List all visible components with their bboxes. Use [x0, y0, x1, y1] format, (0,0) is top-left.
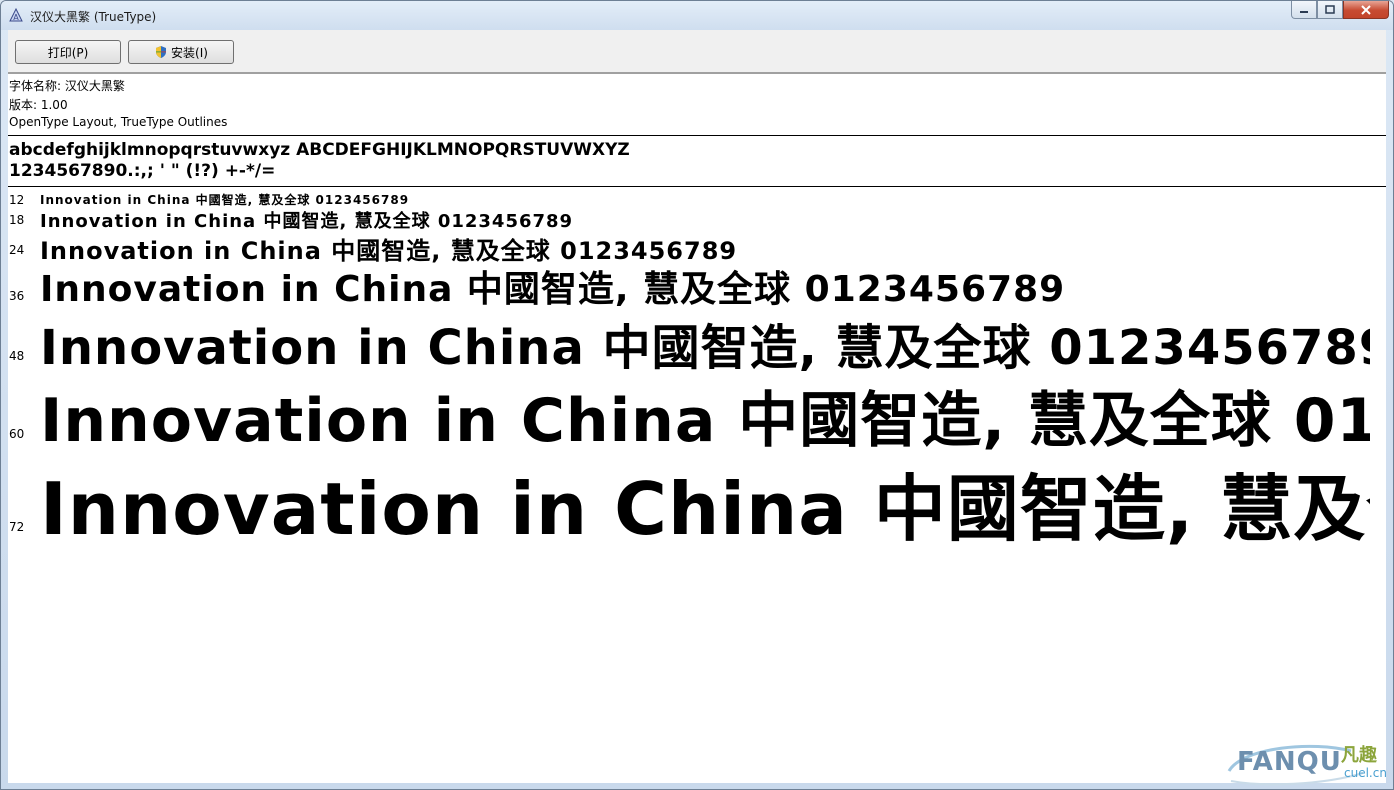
- font-file-icon: A: [9, 8, 23, 22]
- sample-row-72: 72 Innovation in China 中國智造, 慧及全球 012345…: [8, 450, 1370, 551]
- sample-text: Innovation in China 中國智造, 慧及全球 012345678…: [40, 193, 410, 207]
- watermark-logo: FANQU 凡趣 cuel.cn: [1223, 741, 1391, 787]
- size-label: 12: [9, 193, 25, 207]
- sample-text: Innovation in China 中國智造, 慧及全球 012345678…: [40, 467, 1370, 551]
- watermark-brand-cn: 凡趣: [1341, 745, 1377, 766]
- uac-shield-icon: [156, 46, 167, 58]
- minimize-icon: [1300, 10, 1308, 13]
- install-button[interactable]: 安装(I): [128, 40, 234, 64]
- size-label: 48: [9, 349, 25, 363]
- minimize-button[interactable]: [1291, 1, 1317, 19]
- sample-row-12: 12 Innovation in China 中國智造, 慧及全球 012345…: [8, 190, 1362, 208]
- sample-row-18: 18 Innovation in China 中國智造, 慧及全球 012345…: [8, 207, 1362, 233]
- print-button[interactable]: 打印(P): [15, 40, 121, 64]
- size-label: 24: [9, 243, 25, 257]
- close-button[interactable]: [1343, 1, 1389, 19]
- sample-row-36: 36 Innovation in China 中國智造, 慧及全球 012345…: [8, 260, 1362, 310]
- sample-text: Innovation in China 中國智造, 慧及全球 012345678…: [40, 211, 574, 232]
- size-label: 18: [9, 213, 25, 227]
- font-viewer-window: A 汉仪大黑繁 (TrueType) 打印(P) 安装(I) 字体名称: 汉仪大…: [0, 0, 1394, 790]
- title-bar[interactable]: A 汉仪大黑繁 (TrueType): [1, 1, 1393, 30]
- sample-row-48: 48 Innovation in China 中國智造, 慧及全球 012345…: [8, 308, 1370, 376]
- sample-row-24: 24 Innovation in China 中國智造, 慧及全球 012345…: [8, 231, 1362, 265]
- sample-row-60: 60 Innovation in China 中國智造, 慧及全球 012345…: [8, 372, 1370, 456]
- sample-text: Innovation in China 中國智造, 慧及全球 012345678…: [40, 269, 1066, 310]
- close-icon: [1361, 4, 1371, 15]
- size-label: 72: [9, 520, 25, 534]
- toolbar: 打印(P) 安装(I): [8, 30, 1386, 73]
- svg-text:A: A: [13, 13, 19, 22]
- watermark-url: cuel.cn: [1344, 766, 1387, 780]
- sample-text: Innovation in China 中國智造, 慧及全球 012345678…: [40, 320, 1370, 376]
- maximize-icon: [1325, 5, 1335, 14]
- caption-buttons: [1291, 1, 1389, 21]
- samples-container: 12 Innovation in China 中國智造, 慧及全球 012345…: [8, 74, 1370, 783]
- window-title: 汉仪大黑繁 (TrueType): [30, 10, 157, 24]
- sample-text: Innovation in China 中國智造, 慧及全球 012345678…: [40, 386, 1370, 456]
- size-label: 60: [9, 427, 25, 441]
- font-preview-area[interactable]: 字体名称: 汉仪大黑繁 版本: 1.00 OpenType Layout, Tr…: [8, 73, 1386, 783]
- watermark-brand: FANQU: [1237, 747, 1342, 777]
- size-label: 36: [9, 289, 25, 303]
- maximize-button[interactable]: [1317, 1, 1343, 19]
- install-button-label: 安装(I): [171, 45, 208, 60]
- print-button-label: 打印(P): [47, 45, 89, 60]
